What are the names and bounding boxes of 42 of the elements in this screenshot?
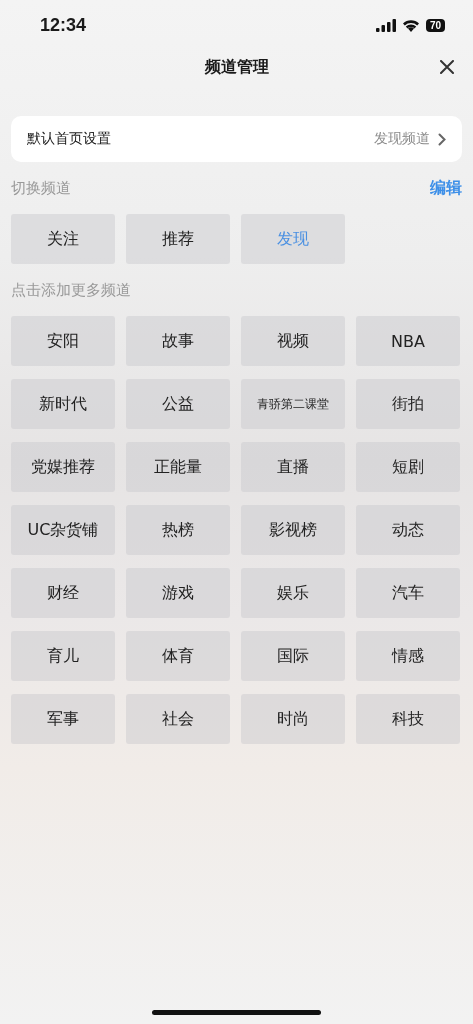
channel-tile[interactable]: 新时代: [11, 379, 115, 429]
channel-tile[interactable]: 党媒推荐: [11, 442, 115, 492]
battery-level: 70: [425, 18, 445, 32]
channel-tile[interactable]: 正能量: [126, 442, 230, 492]
channel-tile[interactable]: NBA: [356, 316, 460, 366]
channel-tile[interactable]: 国际: [241, 631, 345, 681]
channel-tile[interactable]: 安阳: [11, 316, 115, 366]
channel-tile[interactable]: 体育: [126, 631, 230, 681]
channel-tile[interactable]: 推荐: [126, 214, 230, 264]
channel-tile[interactable]: 汽车: [356, 568, 460, 618]
setting-value: 发现频道: [374, 130, 430, 148]
channel-tile[interactable]: 街拍: [356, 379, 460, 429]
channel-tile[interactable]: 短剧: [356, 442, 460, 492]
section-title: 切换频道: [11, 178, 71, 198]
channel-tile[interactable]: 社会: [126, 694, 230, 744]
signal-icon: [375, 18, 396, 32]
channel-tile[interactable]: 育儿: [11, 631, 115, 681]
status-time: 12:34: [40, 14, 87, 36]
channel-tile[interactable]: 财经: [11, 568, 115, 618]
channel-tile[interactable]: 公益: [126, 379, 230, 429]
channel-tile[interactable]: 影视榜: [241, 505, 345, 555]
channel-tile[interactable]: UC杂货铺: [11, 505, 115, 555]
channel-tile[interactable]: 娱乐: [241, 568, 345, 618]
close-icon[interactable]: [440, 60, 454, 74]
page-title: 频道管理: [204, 56, 269, 78]
section-title: 点击添加更多频道: [11, 280, 131, 300]
chevron-right-icon: [438, 132, 446, 146]
channel-tile[interactable]: 游戏: [126, 568, 230, 618]
channel-tile[interactable]: 关注: [11, 214, 115, 264]
channel-tile[interactable]: 时尚: [241, 694, 345, 744]
default-home-row[interactable]: 默认首页设置 发现频道: [11, 116, 462, 162]
channel-tile[interactable]: 青骄第二课堂: [241, 379, 345, 429]
setting-label: 默认首页设置: [27, 130, 111, 148]
channel-tile[interactable]: 直播: [241, 442, 345, 492]
channel-tile[interactable]: 故事: [126, 316, 230, 366]
channel-tile[interactable]: 情感: [356, 631, 460, 681]
channel-tile[interactable]: 军事: [11, 694, 115, 744]
channel-tile[interactable]: 科技: [356, 694, 460, 744]
wifi-icon: [401, 18, 420, 32]
channel-tile[interactable]: 热榜: [126, 505, 230, 555]
channel-tile[interactable]: 动态: [356, 505, 460, 555]
channel-tile[interactable]: 视频: [241, 316, 345, 366]
